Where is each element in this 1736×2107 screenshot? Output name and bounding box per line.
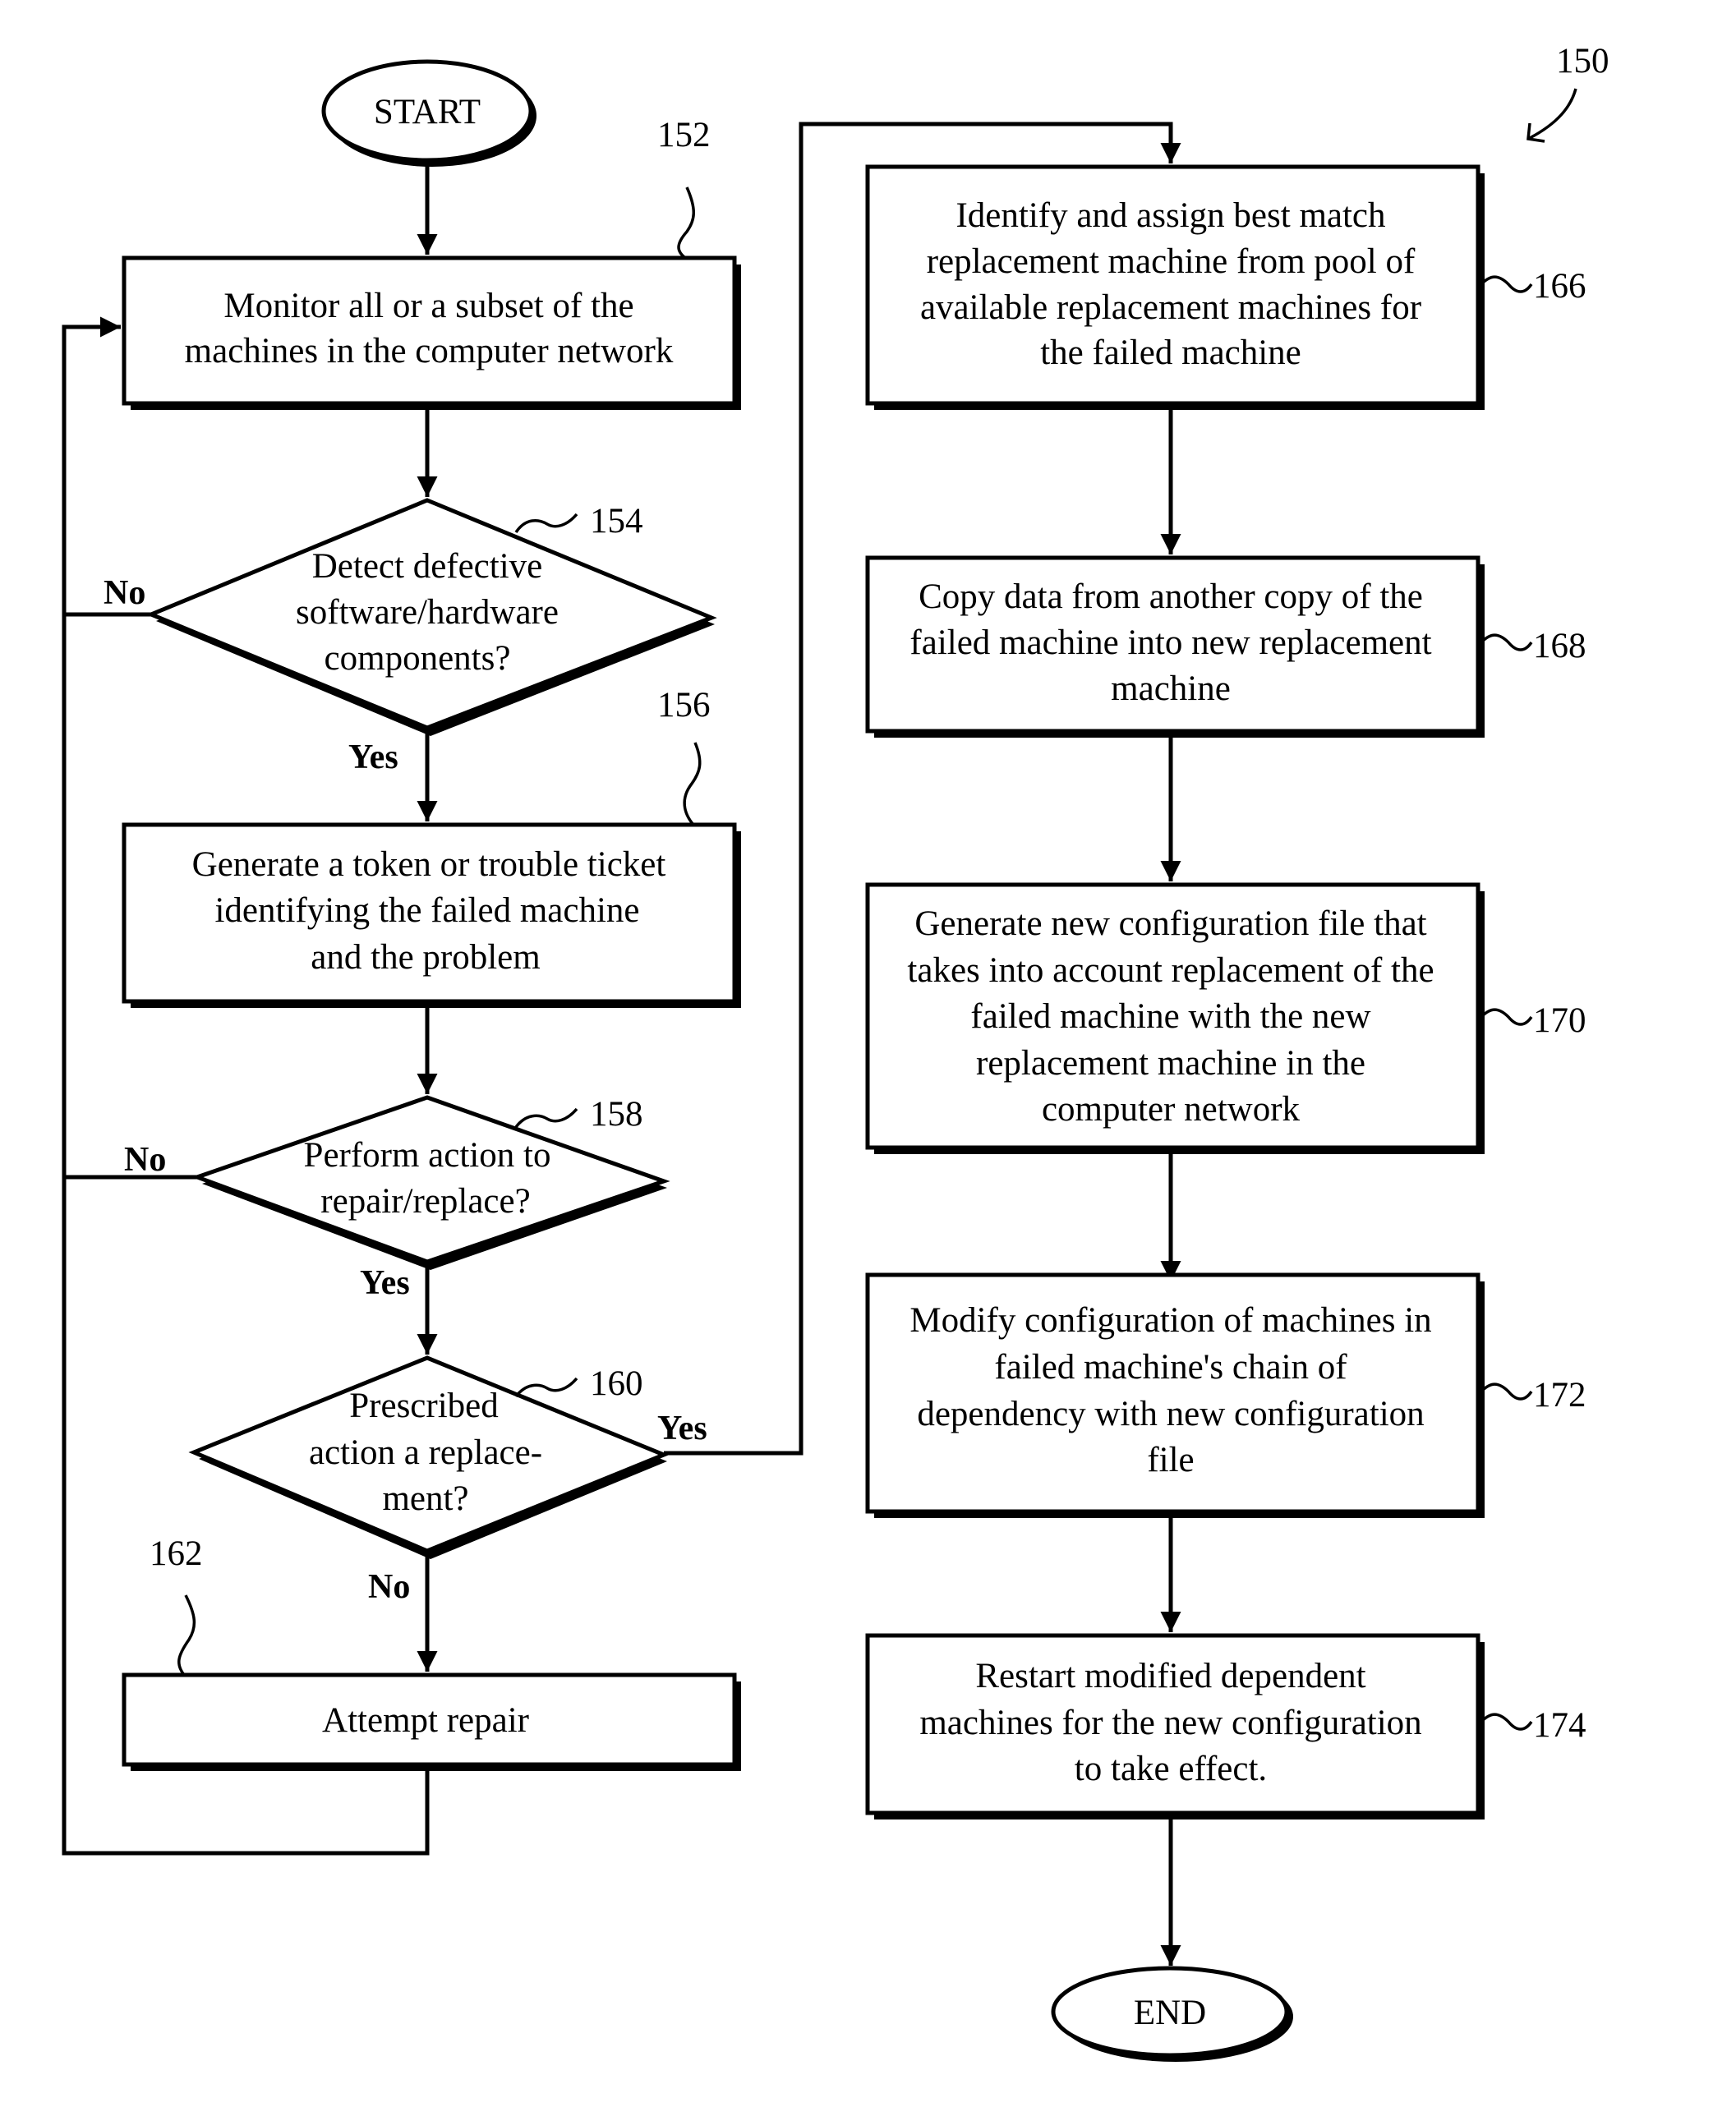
start-label: START — [374, 93, 481, 131]
branch-158-no: No — [124, 1141, 166, 1179]
ref-162-leader — [177, 1594, 196, 1677]
step-162-line-1: Attempt repair — [322, 1701, 529, 1740]
step-172-line-3: dependency with new configuration — [917, 1395, 1424, 1433]
step-152-line-2: machines in the computer network — [185, 332, 674, 370]
step-174-line-2: machines for the new configuration — [919, 1704, 1421, 1742]
step-172-line-1: Modify configuration of machines in — [909, 1301, 1431, 1340]
decision-160-line-3: ment? — [382, 1479, 468, 1518]
step-170-line-5: computer network — [1042, 1090, 1301, 1129]
decision-160-line-1: Prescribed — [349, 1387, 499, 1425]
branch-154-yes: Yes — [348, 738, 398, 776]
step-172-line-2: failed machine's chain of — [994, 1348, 1347, 1387]
ref-168-leader — [1478, 633, 1533, 651]
ref-170-leader — [1478, 1008, 1533, 1026]
branch-160-yes: Yes — [657, 1410, 707, 1447]
branch-158-yes: Yes — [360, 1264, 410, 1302]
step-166-assign-replacement: Identify and assign best match replaceme… — [865, 164, 1485, 410]
ref-160: 160 — [590, 1364, 643, 1403]
branch-160-no: No — [368, 1568, 410, 1606]
ref-158: 158 — [590, 1095, 643, 1134]
ref-152-leader — [677, 186, 695, 260]
step-170-line-4: replacement machine in the — [976, 1044, 1365, 1083]
step-174-line-1: Restart modified dependent — [975, 1657, 1365, 1695]
branch-154-no: No — [104, 574, 145, 612]
ref-156-leader — [683, 742, 702, 826]
ref-154: 154 — [590, 502, 643, 541]
step-170-line-3: failed machine with the new — [970, 997, 1370, 1036]
step-174-line-3: to take effect. — [1075, 1750, 1267, 1788]
step-166-line-3: available replacement machines for — [920, 288, 1421, 327]
ref-154-leader — [514, 513, 578, 534]
step-174-restart-machines: Restart modified dependent machines for … — [865, 1633, 1485, 1819]
step-172-modify-config: Modify configuration of machines in fail… — [865, 1272, 1485, 1518]
step-152-line-1: Monitor all or a subset of the — [223, 287, 633, 325]
ref-150-arrow — [1529, 88, 1577, 140]
decision-158-line-2: repair/replace? — [320, 1182, 530, 1221]
step-166-line-2: replacement machine from pool of — [927, 242, 1416, 281]
ref-160-leader — [514, 1377, 578, 1398]
step-168-line-1: Copy data from another copy of the — [919, 577, 1423, 616]
step-156-generate-ticket: Generate a token or trouble ticket ident… — [122, 822, 741, 1008]
ref-156: 156 — [657, 686, 711, 725]
ref-152: 152 — [657, 116, 711, 154]
step-166-line-1: Identify and assign best match — [955, 196, 1385, 235]
decision-154-line-2: software/hardware — [296, 593, 559, 632]
ref-158-leader — [514, 1107, 578, 1129]
step-156-line-1: Generate a token or trouble ticket — [192, 845, 666, 884]
ref-170: 170 — [1533, 1001, 1586, 1040]
step-168-copy-data: Copy data from another copy of the faile… — [865, 555, 1485, 738]
ref-174-leader — [1478, 1713, 1533, 1731]
step-156-line-3: and the problem — [311, 938, 540, 977]
ref-174: 174 — [1533, 1706, 1586, 1745]
step-170-generate-config: Generate new configuration file that tak… — [865, 882, 1485, 1154]
decision-154-line-1: Detect defective — [312, 547, 543, 586]
flowchart: START Monitor all or a subset of the mac… — [62, 42, 1609, 2062]
step-166-line-4: the failed machine — [1040, 334, 1301, 372]
end-label: END — [1134, 1994, 1206, 2032]
ref-166-leader — [1478, 275, 1533, 293]
ref-166: 166 — [1533, 267, 1586, 306]
end-terminal: END — [1051, 1966, 1293, 2062]
step-162-attempt-repair: Attempt repair — [122, 1672, 741, 1771]
step-152-monitor-machines: Monitor all or a subset of the machines … — [122, 255, 741, 410]
ref-150: 150 — [1556, 42, 1609, 81]
decision-158-line-1: Perform action to — [304, 1136, 551, 1175]
ref-172-leader — [1478, 1382, 1533, 1401]
step-170-line-1: Generate new configuration file that — [914, 904, 1426, 943]
step-170-line-2: takes into account replacement of the — [907, 951, 1434, 990]
ref-168: 168 — [1533, 627, 1586, 665]
decision-154-line-3: components? — [325, 639, 511, 678]
step-172-line-4: file — [1147, 1441, 1194, 1479]
ref-162: 162 — [150, 1534, 203, 1573]
step-168-line-3: machine — [1111, 669, 1231, 708]
start-terminal: START — [321, 59, 536, 167]
decision-160-line-2: action a replace- — [309, 1433, 542, 1472]
step-168-line-2: failed machine into new replacement — [909, 623, 1431, 662]
ref-172: 172 — [1533, 1376, 1586, 1415]
step-156-line-2: identifying the failed machine — [214, 891, 639, 930]
